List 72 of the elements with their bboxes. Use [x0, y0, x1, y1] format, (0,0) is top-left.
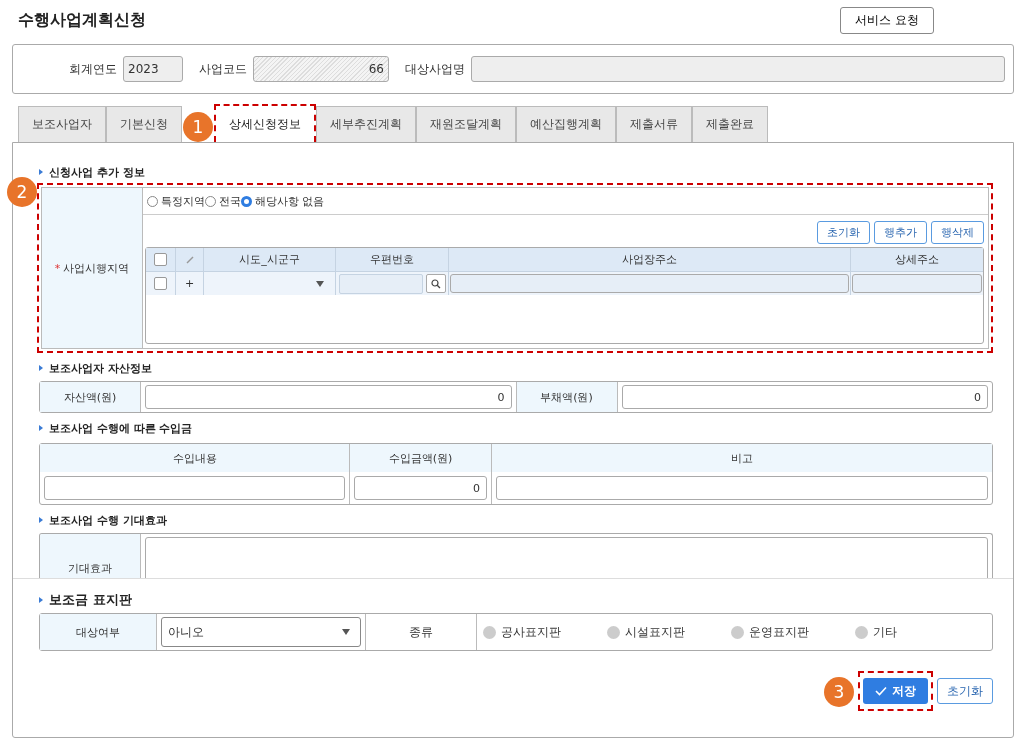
service-request-button[interactable]: 서비스 요청 — [840, 6, 934, 34]
bullet-icon — [39, 365, 43, 371]
save-button[interactable]: 저장 — [863, 678, 928, 704]
bullet-icon — [39, 169, 43, 175]
project-name-field[interactable] — [471, 56, 1005, 82]
radio-option[interactable]: 특정지역 — [147, 193, 205, 209]
step-badge: 3 — [824, 677, 854, 707]
section-heading: 보조사업자 자산정보 — [49, 360, 152, 376]
column-header: 비고 — [492, 444, 992, 472]
field-label: 자산액(원) — [40, 382, 141, 412]
checkbox[interactable] — [154, 253, 167, 266]
column-header: 수입내용 — [40, 444, 349, 472]
step-badge: 2 — [7, 177, 37, 207]
target-dropdown[interactable]: 아니오 — [161, 617, 361, 647]
amount-field[interactable]: 0 — [145, 385, 512, 409]
reset-button[interactable]: 초기화 — [937, 678, 993, 704]
postal-code-field[interactable] — [339, 273, 423, 294]
detail-address-field[interactable] — [852, 274, 982, 293]
column-header: 시도_시군구 — [204, 248, 336, 271]
add-row-mark: + — [176, 272, 204, 295]
radio-option[interactable]: 시설표지판 — [607, 623, 685, 641]
caret-icon — [315, 280, 324, 287]
section-heading: 보조사업 수행에 따른 수입금 — [49, 420, 193, 436]
tab[interactable]: 재원조달계획 — [416, 106, 516, 142]
grid-button[interactable]: 행삭제 — [931, 221, 984, 244]
year-field[interactable]: 2023 — [123, 56, 183, 82]
grid-button[interactable]: 초기화 — [817, 221, 870, 244]
column-header: 수입금액(원) — [350, 444, 491, 472]
bullet-icon — [39, 425, 43, 431]
required-mark: * — [54, 261, 61, 275]
grid-button[interactable]: 행추가 — [874, 221, 927, 244]
section-heading: 보조사업 수행 기대효과 — [49, 512, 167, 528]
tab[interactable]: 예산집행계획 — [516, 106, 616, 142]
radio-option[interactable]: 전국 — [205, 193, 241, 209]
radio-option[interactable]: 공사표지판 — [483, 623, 561, 641]
radio-option[interactable]: 해당사항 없음 — [241, 193, 325, 209]
section-heading: 신청사업 추가 정보 — [49, 164, 145, 180]
income-content-field[interactable] — [44, 476, 345, 500]
search-button[interactable] — [426, 274, 446, 293]
tab[interactable]: 기본신청 — [106, 106, 182, 142]
step-badge: 1 — [183, 112, 213, 142]
tab[interactable]: 제출완료 — [692, 106, 768, 142]
code-field[interactable]: 66 — [253, 56, 389, 82]
field-label: 종류 — [366, 614, 477, 650]
field-label: 기대효과 — [68, 561, 112, 576]
column-header: 사업장주소 — [449, 248, 851, 271]
remarks-field[interactable] — [496, 476, 988, 500]
column-header: 상세주소 — [894, 252, 940, 268]
tab[interactable]: 세부추진계획 — [316, 106, 416, 142]
radio-option[interactable]: 운영표지판 — [731, 623, 809, 641]
radio-option[interactable]: 기타 — [855, 623, 897, 641]
field-label: 사업코드 — [199, 60, 247, 78]
column-header: 우편번호 — [336, 248, 449, 271]
amount-field[interactable]: 0 — [621, 385, 988, 409]
bullet-icon — [39, 597, 43, 603]
field-label: 회계연도 — [69, 60, 117, 78]
tab[interactable]: 보조사업자 — [18, 106, 106, 142]
check-icon — [875, 686, 887, 696]
caret-icon — [342, 629, 350, 635]
field-label: 대상사업명 — [405, 60, 465, 78]
checkbox[interactable] — [154, 277, 167, 290]
bullet-icon — [39, 517, 43, 523]
section-heading: 보조금 표지판 — [49, 591, 132, 609]
search-icon — [431, 278, 441, 289]
tab[interactable]: 제출서류 — [616, 106, 692, 142]
income-amount-field[interactable]: 0 — [354, 476, 487, 500]
field-label: 부채액(원) — [515, 382, 618, 412]
field-label: 대상여부 — [40, 614, 157, 650]
field-label: 사업시행지역 — [63, 260, 130, 276]
pencil-icon — [184, 254, 195, 265]
page-title: 수행사업계획신청 — [18, 9, 146, 31]
address-field[interactable] — [450, 274, 849, 293]
